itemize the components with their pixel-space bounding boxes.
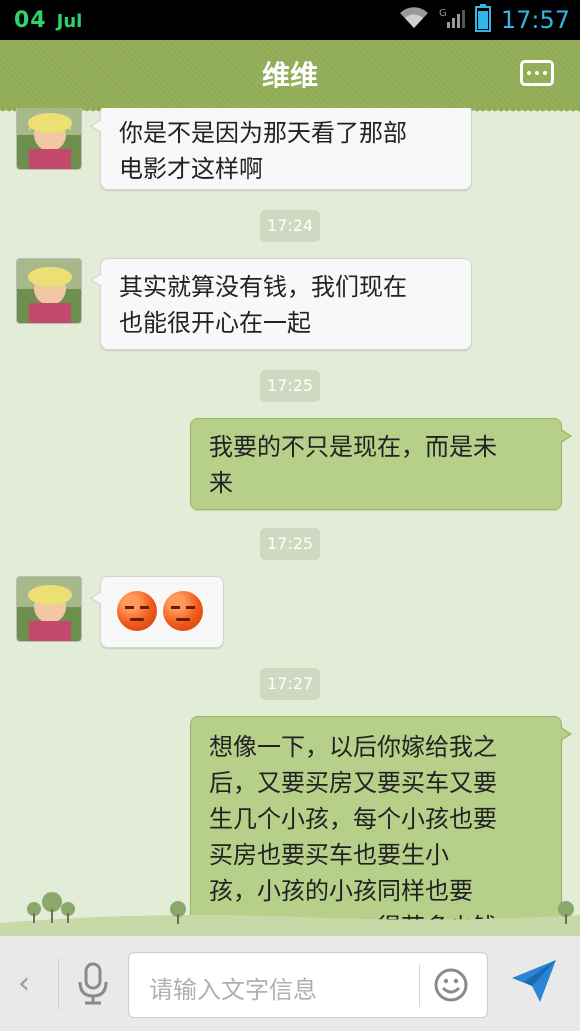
input-bar: ‹ 请输入文字信息 — [0, 935, 580, 1031]
smiley-icon[interactable] — [433, 967, 469, 1007]
signal-icon: G — [439, 6, 465, 34]
message-text: 想像一下，以后你嫁给我之 — [209, 733, 497, 761]
message-bubble-outgoing[interactable]: 我要的不只是现在，而是未 来 — [190, 418, 572, 510]
sleepy-face-icon — [117, 591, 157, 631]
back-icon[interactable]: ‹ — [18, 966, 30, 1001]
sleepy-face-icon — [163, 591, 203, 631]
status-icons: G 17:57 — [399, 4, 570, 36]
status-bar: 04 Jul G 17:57 — [0, 0, 580, 40]
more-dot — [527, 71, 531, 75]
message-list[interactable]: 你是不是因为那天看了那部 电影才这样啊 17:24 其实就算没有钱，我们现在 也… — [0, 108, 580, 935]
message-timestamp: 17:27 — [260, 668, 320, 700]
battery-icon — [474, 4, 491, 36]
message-input[interactable]: 请输入文字信息 — [128, 952, 488, 1018]
message-input-placeholder: 请输入文字信息 — [149, 976, 317, 1004]
emoji-row — [117, 583, 207, 631]
message-text: 其实就算没有钱，我们现在 — [119, 273, 407, 301]
message-text: 生几个小孩，每个小孩也要 — [209, 805, 497, 833]
contact-avatar[interactable] — [16, 258, 82, 324]
send-icon[interactable] — [510, 958, 558, 1008]
more-dot — [543, 71, 547, 75]
message-timestamp: 17:25 — [260, 370, 320, 402]
message-text: 后，又要买房又要买车又要 — [209, 769, 497, 797]
status-time: 17:57 — [500, 6, 570, 34]
message-text: 电影才这样啊 — [119, 155, 263, 183]
chat-title: 维维 — [261, 59, 318, 92]
background-landscape — [0, 885, 580, 935]
message-timestamp: 17:24 — [260, 210, 320, 242]
message-text: 你是不是因为那天看了那部 — [119, 119, 407, 147]
chat-header: 维维 — [0, 40, 580, 114]
microphone-icon[interactable] — [76, 962, 110, 1010]
message-bubble-incoming[interactable]: 你是不是因为那天看了那部 电影才这样啊 — [90, 108, 472, 190]
message-bubble-incoming[interactable] — [90, 576, 224, 648]
status-date: 04 — [14, 7, 47, 33]
input-divider — [419, 965, 420, 1007]
status-date-group: 04 Jul — [14, 8, 82, 33]
contact-avatar[interactable] — [16, 108, 82, 170]
message-text: 买房也要买车也要生小 — [209, 841, 449, 869]
more-dot — [535, 71, 539, 75]
divider — [58, 958, 59, 1010]
svg-text:G: G — [439, 8, 447, 19]
message-bubble-incoming[interactable]: 其实就算没有钱，我们现在 也能很开心在一起 — [90, 258, 472, 350]
message-text: 来 — [209, 469, 233, 497]
message-timestamp: 17:25 — [260, 528, 320, 560]
status-month: Jul — [56, 10, 83, 32]
message-text: 也能很开心在一起 — [119, 309, 311, 337]
wifi-icon — [399, 7, 429, 33]
contact-avatar[interactable] — [16, 576, 82, 642]
message-text: 我要的不只是现在，而是未 — [209, 433, 497, 461]
more-icon[interactable] — [520, 60, 554, 86]
